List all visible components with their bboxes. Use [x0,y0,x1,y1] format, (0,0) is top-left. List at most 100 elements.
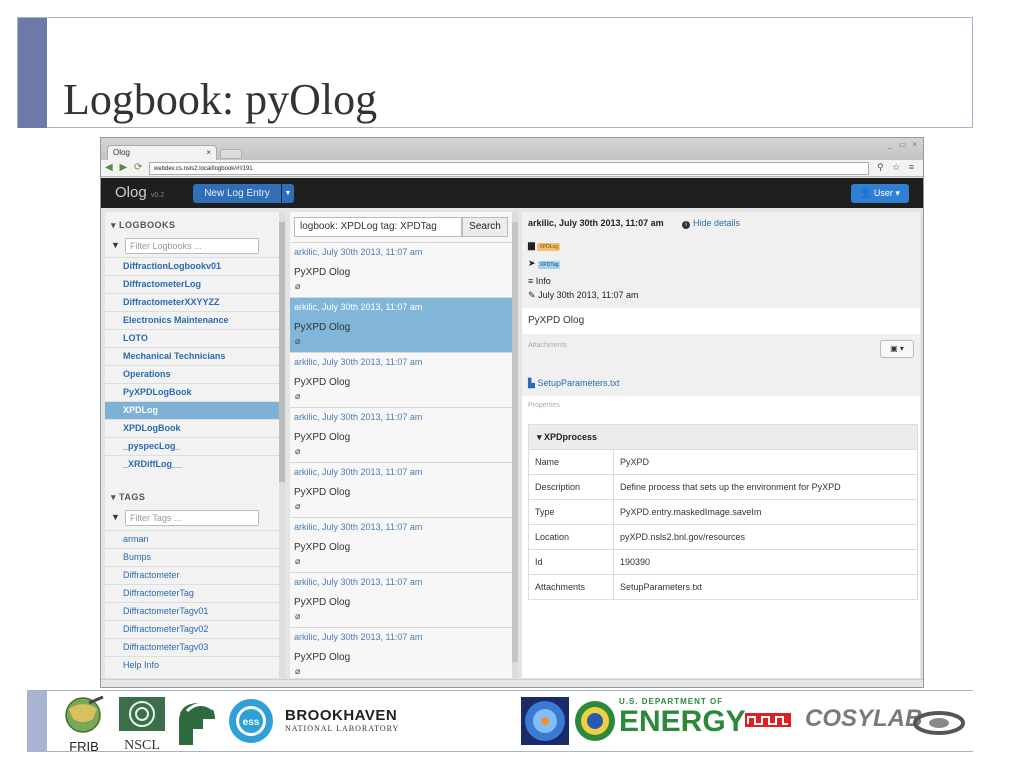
new-log-dropdown-icon[interactable]: ▼ [282,184,294,203]
search-button[interactable]: Search [462,217,508,237]
sidebar-item-logbook[interactable]: _pyspecLog_ [105,437,281,455]
user-icon: 👤 [860,188,872,198]
property-key: Description [535,482,581,492]
sidebar-item-tag[interactable]: Diffractometer [105,566,281,584]
nscl-spiral-icon [119,697,165,731]
browser-menu-icon[interactable]: ⚲ ☆ ≡ [877,162,917,173]
spartan-helmet-icon [179,703,215,745]
sidebar-item-logbook[interactable]: XPDLog [105,401,281,419]
entry-meta: arkilic, July 30th 2013, 11:07 am [294,302,423,312]
brookhaven-name: BROOKHAVEN [285,707,398,724]
log-entry-item[interactable]: arkilic, July 30th 2013, 11:07 am PyXPD O… [290,297,512,352]
entry-list-scrollbar[interactable] [512,212,518,678]
paperclip-icon: ⌀ [295,501,301,511]
sidebar-item-logbook[interactable]: Operations [105,365,281,383]
info-label: Info [535,276,551,286]
logbooks-filter-input[interactable]: Filter Logbooks ... [125,238,259,254]
window-controls-icon[interactable]: _ ▭ × [888,140,919,149]
logbooks-header[interactable]: ▾ LOGBOOKS [105,214,281,236]
frib-globe-icon [65,695,104,733]
sidebar-item-logbook[interactable]: Mechanical Technicians [105,347,281,365]
sidebar-item-tag[interactable]: DiffractometerTagv01 [105,602,281,620]
address-bar: ◀ ▶ ⟳ webdev.cs.nsls2.local/logbook/#!/1… [101,160,923,177]
sidebar-item-tag[interactable]: arman [105,530,281,548]
search-input[interactable]: logbook: XPDLog tag: XPDTag [294,217,462,237]
property-rows: Name PyXPD Description Define process that … [529,449,917,599]
horizontal-scrollbar[interactable] [101,679,923,687]
entry-detail-pane: arkilic, July 30th 2013, 11:07 am i Hide … [522,212,920,678]
paperclip-icon: ⌀ [295,446,301,456]
property-value: SetupParameters.txt [613,575,913,599]
slide-title: Logbook: pyOlog [63,75,378,124]
logbook-list: DiffractionLogbookv01 DiffractometerLog Di… [105,257,281,473]
tags-header[interactable]: ▾ TAGS [105,486,281,508]
entry-description: PyXPD Olog [522,308,920,334]
entry-meta: arkilic, July 30th 2013, 11:07 am [294,357,423,367]
url-input[interactable]: webdev.cs.nsls2.local/logbook/#!/191 [149,162,869,175]
sidebar-item-logbook[interactable]: Electronics Maintenance [105,311,281,329]
log-entry-item[interactable]: arkilic, July 30th 2013, 11:07 am PyXPD O… [290,627,512,678]
log-entry-item[interactable]: arkilic, July 30th 2013, 11:07 am PyXPD O… [290,242,512,297]
tags-filter-input[interactable]: Filter Tags ... [125,510,259,526]
image-icon: ▣ [890,344,898,353]
new-tab-button[interactable] [220,149,242,159]
entry-meta: arkilic, July 30th 2013, 11:07 am [294,632,423,642]
new-log-entry-button[interactable]: New Log Entry [193,184,281,203]
date-row: ✎ July 30th 2013, 11:07 am [528,290,638,301]
sidebar-item-logbook[interactable]: PyXPDLogBook [105,383,281,401]
logo-footer: FRIB NSCL ess BROOKHAVEN NATIONAL LABORA… [27,690,973,754]
sidebar-item-logbook[interactable]: DiffractionLogbookv01 [105,257,281,275]
attachment-link[interactable]: ▙ SetupParameters.txt [528,378,619,389]
sidebar-item-logbook[interactable]: LOTO [105,329,281,347]
browser-window: Olog × _ ▭ × ◀ ▶ ⟳ webdev.cs.nsls2.local… [100,137,924,688]
log-entry-item[interactable]: arkilic, July 30th 2013, 11:07 am PyXPD O… [290,572,512,627]
nav-arrows-icon[interactable]: ◀ ▶ ⟳ [105,162,144,173]
chevron-down-icon: ▾ [111,220,120,230]
sidebar-item-tag[interactable]: Help Info [105,656,281,674]
log-entry-item[interactable]: arkilic, July 30th 2013, 11:07 am PyXPD O… [290,462,512,517]
logbook-chip[interactable]: XPDLog [537,243,561,251]
scroll-thumb[interactable] [512,222,518,662]
detail-header: arkilic, July 30th 2013, 11:07 am [528,218,664,228]
slide-accent-bar [18,18,47,128]
tag-chip[interactable]: XPDTag [538,261,561,269]
sidebar-item-logbook[interactable]: DiffractometerXXYYZZ [105,293,281,311]
sidebar-item-tag[interactable]: DiffractometerTagv03 [105,638,281,656]
browser-tab[interactable]: Olog × [107,145,217,160]
entry-meta: arkilic, July 30th 2013, 11:07 am [294,467,423,477]
doe-seal-icon [575,701,615,741]
fractal-image-icon [525,701,565,741]
paperclip-icon: ⌀ [295,281,301,291]
paperclip-icon: ⌀ [295,611,301,621]
log-entry-item[interactable]: arkilic, July 30th 2013, 11:07 am PyXPD O… [290,352,512,407]
hide-details-link[interactable]: i Hide details [682,218,740,229]
property-key: Attachments [535,582,586,592]
sidebar-scrollbar[interactable] [279,212,285,678]
sidebar-item-tag[interactable]: DiffractometerTag [105,584,281,602]
app-brand[interactable]: Olog v0.2 [115,184,164,201]
sidebar-item-logbook[interactable]: _XRDiffLog__ [105,455,281,473]
tags-header-label: TAGS [119,492,146,502]
user-menu-button[interactable]: 👤 User ▾ [851,184,909,203]
book-icon: ▆ [528,240,535,250]
table-row: Type PyXPD.entry.maskedImage.saveIm [529,499,917,524]
log-entry-item[interactable]: arkilic, July 30th 2013, 11:07 am PyXPD O… [290,407,512,462]
detail-scrollbar[interactable] [921,212,923,678]
entry-text: PyXPD Olog [294,487,351,498]
scroll-thumb[interactable] [279,222,285,482]
sidebar-item-tag[interactable]: Bumps [105,548,281,566]
ess-circle-icon: ess [229,699,273,743]
sidebar-item-tag[interactable]: DiffractometerTagv02 [105,620,281,638]
entry-text: PyXPD Olog [294,377,351,388]
property-group-header[interactable]: ▾ XPDprocess [529,425,917,449]
chevron-down-icon: ▾ [537,432,545,442]
properties-table: ▾ XPDprocess Name PyXPD Description Define … [528,424,918,600]
sidebar-item-logbook[interactable]: DiffractometerLog [105,275,281,293]
attachment-menu-button[interactable]: ▣ ▾ [880,340,914,358]
property-group-name: XPDprocess [544,432,598,442]
sidebar-item-logbook[interactable]: XPDLogBook [105,419,281,437]
svg-text:ess: ess [243,717,260,728]
slide: { "slide": { "title": "Logbook: pyOlog" … [0,0,1024,768]
log-entry-item[interactable]: arkilic, July 30th 2013, 11:07 am PyXPD O… [290,517,512,572]
tab-close-icon[interactable]: × [206,146,211,160]
